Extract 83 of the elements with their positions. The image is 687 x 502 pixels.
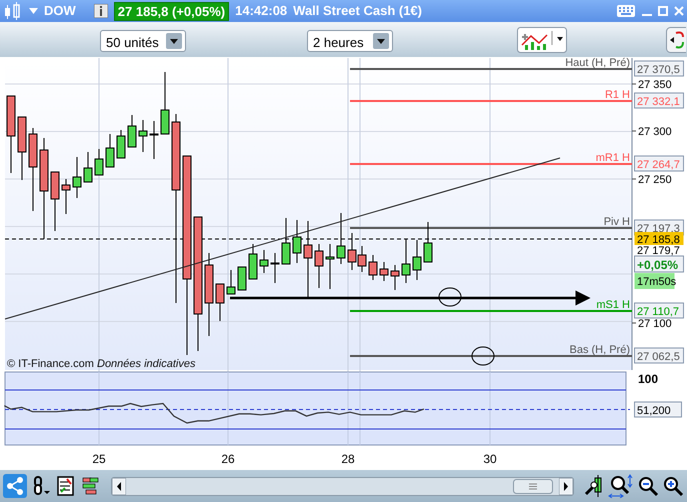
scrollbar-thumb[interactable] — [513, 478, 553, 494]
copyright-label: © IT-Finance.com — [7, 358, 94, 370]
symbol-label: DOW — [44, 2, 76, 20]
zoom-out-icon[interactable] — [637, 475, 659, 497]
candle — [424, 222, 432, 262]
price-tag: 27 110,7 — [634, 302, 684, 318]
price-quote: 27 185,8 (+0,05%) — [114, 2, 230, 20]
indicator-max-label: 100 — [638, 372, 658, 386]
candle — [72, 156, 82, 198]
price-tag: +0,05% — [634, 256, 684, 272]
indicator-value-tag: 51,200 — [634, 402, 682, 418]
price-tag: 27 370,5 — [634, 60, 684, 76]
candle — [216, 284, 224, 322]
info-icon[interactable] — [94, 4, 108, 18]
candle — [260, 250, 268, 274]
axis-date-label: 26 — [221, 452, 235, 466]
candle — [138, 120, 148, 152]
units-select[interactable]: 50 unités — [100, 30, 186, 52]
price-tag: 27 179,7 — [637, 245, 680, 257]
axis-date-label: 25 — [92, 452, 106, 466]
axis-tick-label: 27 250 — [638, 174, 672, 186]
candle — [18, 116, 26, 180]
candle — [226, 270, 236, 294]
level-label: mR1 H — [596, 152, 630, 164]
caret-icon[interactable] — [29, 8, 38, 14]
maximize-icon[interactable] — [658, 6, 668, 16]
disclaimer-label: Données indicatives — [97, 358, 196, 370]
candle — [106, 134, 114, 168]
candle — [314, 244, 324, 288]
instrument-title: Wall Street Cash (1€) — [293, 2, 422, 20]
candle — [380, 262, 388, 282]
candle — [238, 266, 246, 290]
scroll-left-icon[interactable] — [112, 478, 126, 494]
price-tag: 27 264,7 — [634, 156, 684, 172]
candle — [128, 114, 136, 148]
axis-date-label: 30 — [483, 452, 497, 466]
axis-tick-label: 27 100 — [638, 318, 672, 330]
level-label: Haut (H, Pré) — [565, 57, 630, 69]
candle — [150, 120, 158, 160]
axis-tick-label: 27 350 — [638, 79, 672, 91]
candle — [94, 148, 104, 176]
candle — [368, 254, 378, 280]
zoom-fit-icon[interactable] — [608, 474, 634, 498]
candle — [390, 264, 400, 290]
report-icon[interactable] — [55, 475, 77, 497]
share-icon[interactable] — [3, 474, 27, 498]
candle — [326, 244, 334, 290]
candle — [348, 232, 356, 270]
scrollbar[interactable] — [111, 476, 574, 496]
candle — [336, 212, 346, 264]
ellipse-marker — [472, 346, 494, 366]
price-tag: 27 185,8 — [634, 232, 684, 246]
candle — [62, 178, 70, 214]
refresh-icon[interactable] — [666, 27, 686, 53]
scroll-right-icon[interactable] — [559, 478, 573, 494]
indicator-chart-icon[interactable] — [517, 27, 567, 53]
candle — [412, 240, 422, 280]
price-tag: 27 332,1 — [634, 92, 684, 108]
candlestick-icon[interactable] — [3, 2, 23, 20]
axis-date-label: 28 — [341, 452, 355, 466]
axis-tick-label: 27 300 — [638, 126, 672, 138]
candle — [358, 246, 366, 272]
candle — [248, 244, 258, 280]
candle — [270, 252, 280, 284]
period-select[interactable]: 2 heures — [307, 30, 393, 52]
price-tag: 27 062,5 — [634, 348, 684, 364]
level-label: Piv H — [604, 216, 630, 228]
ellipse-marker — [438, 288, 462, 306]
candle — [402, 238, 410, 284]
time-label: 14:42:08 — [235, 2, 288, 20]
candle — [292, 220, 302, 264]
close-icon[interactable] — [674, 6, 684, 16]
keyboard-icon[interactable] — [616, 4, 636, 18]
level-label: R1 H — [604, 89, 630, 101]
timer-label: 17m50s — [634, 273, 676, 289]
candle — [116, 130, 126, 158]
level-label: mS1 H — [596, 299, 630, 311]
candle — [84, 152, 92, 182]
candle — [282, 218, 290, 264]
candle — [50, 172, 60, 232]
zoom-in-icon[interactable] — [662, 475, 684, 497]
candle — [160, 72, 170, 134]
level-label: Bas (H, Pré) — [569, 344, 630, 356]
